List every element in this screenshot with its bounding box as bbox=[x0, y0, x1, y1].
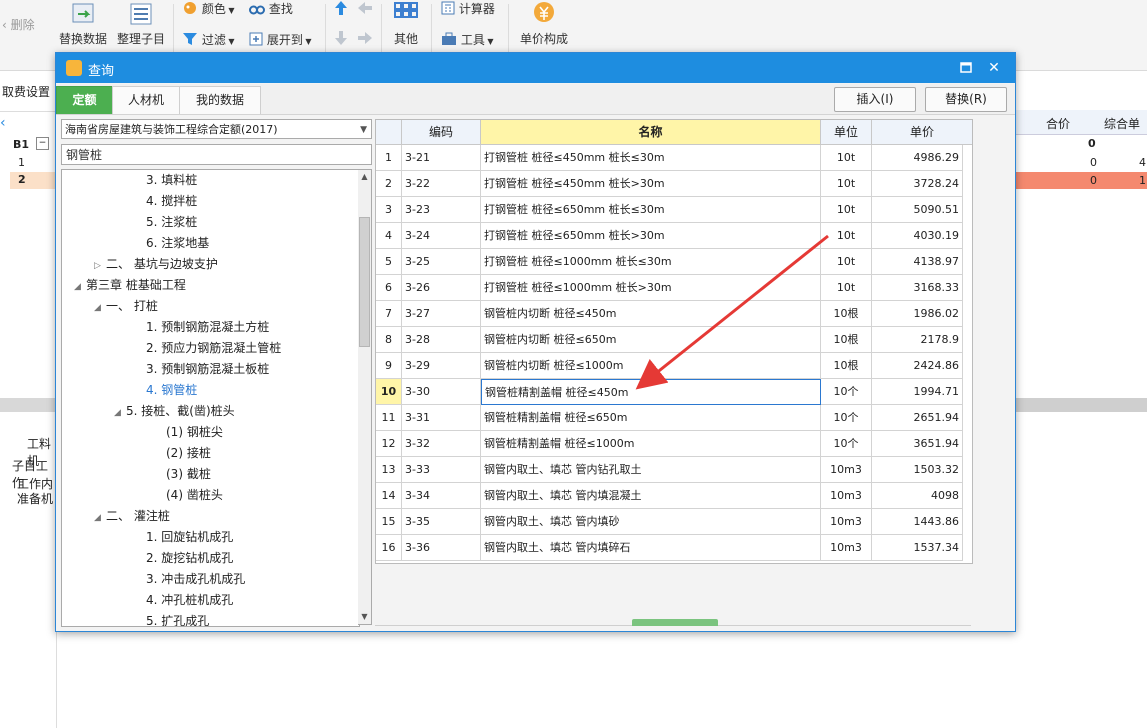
annotation-arrow bbox=[635, 234, 829, 390]
